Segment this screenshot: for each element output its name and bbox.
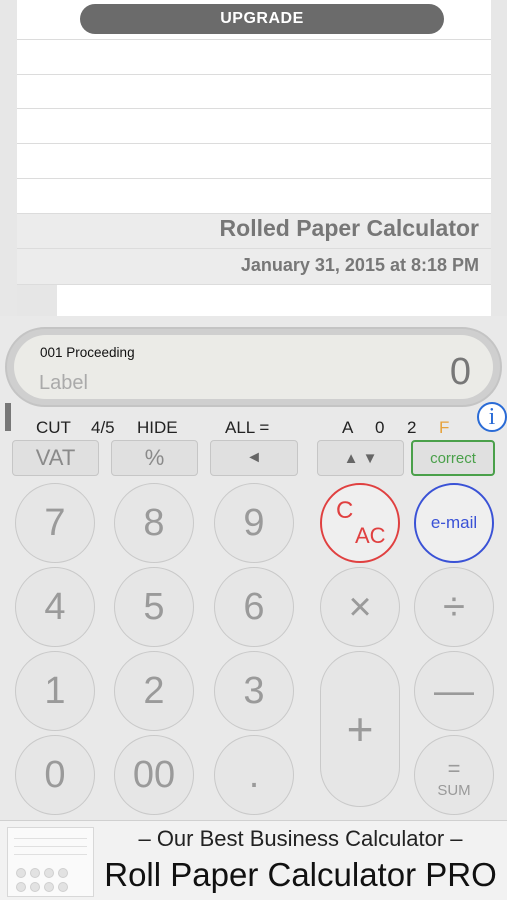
display-value: 0 bbox=[449, 351, 471, 393]
decimal-zero-toggle[interactable]: 0 bbox=[375, 418, 384, 438]
multiply-button[interactable]: × bbox=[320, 567, 400, 647]
thumbnail-key bbox=[16, 882, 26, 892]
info-icon[interactable]: i bbox=[477, 402, 507, 432]
key-0[interactable]: 0 bbox=[15, 735, 95, 815]
minus-button[interactable]: — bbox=[414, 651, 494, 731]
decimal-point-button[interactable]: . bbox=[214, 735, 294, 815]
drag-handle[interactable] bbox=[5, 403, 11, 431]
key-8[interactable]: 8 bbox=[114, 483, 194, 563]
clear-all-clear-button[interactable]: C AC bbox=[320, 483, 400, 563]
ad-banner[interactable]: – Our Best Business Calculator – Roll Pa… bbox=[0, 820, 507, 900]
paper-title: Rolled Paper Calculator bbox=[219, 215, 479, 241]
label-input[interactable] bbox=[39, 368, 269, 398]
ad-title: Roll Paper Calculator PRO bbox=[104, 856, 497, 893]
key-4[interactable]: 4 bbox=[15, 567, 95, 647]
correct-button[interactable]: correct bbox=[411, 440, 495, 476]
thumbnail-key bbox=[30, 868, 40, 878]
key-6[interactable]: 6 bbox=[214, 567, 294, 647]
all-equal-toggle[interactable]: ALL = bbox=[225, 418, 269, 438]
ad-app-thumbnail bbox=[7, 827, 94, 897]
paper-line bbox=[17, 39, 491, 40]
ad-subtitle: – Our Best Business Calculator – bbox=[138, 826, 463, 851]
decimal-two-toggle[interactable]: 2 bbox=[407, 418, 416, 438]
divide-button[interactable]: ÷ bbox=[414, 567, 494, 647]
decimal-float-toggle[interactable]: F bbox=[439, 418, 449, 438]
entry-status: 001 Proceeding bbox=[40, 345, 135, 360]
clear-label: C bbox=[336, 497, 354, 524]
thumbnail-key bbox=[44, 882, 54, 892]
key-3[interactable]: 3 bbox=[214, 651, 294, 731]
key-5[interactable]: 5 bbox=[114, 567, 194, 647]
thumbnail-key bbox=[16, 868, 26, 878]
paper-blank-row bbox=[177, 285, 491, 316]
thumbnail-key bbox=[58, 868, 68, 878]
thumbnail-key bbox=[44, 868, 54, 878]
hide-toggle[interactable]: HIDE bbox=[137, 418, 178, 438]
key-7[interactable]: 7 bbox=[15, 483, 95, 563]
paper-line bbox=[17, 143, 491, 144]
all-clear-label: AC bbox=[355, 523, 386, 548]
sum-button[interactable]: = SUM bbox=[414, 735, 494, 815]
paper-line bbox=[17, 74, 491, 75]
email-button[interactable]: e-mail bbox=[414, 483, 494, 563]
add-mode-toggle[interactable]: A bbox=[342, 418, 353, 438]
calculator-display: 001 Proceeding 0 bbox=[5, 327, 502, 407]
thumbnail-line bbox=[14, 846, 87, 847]
paper-stub bbox=[17, 285, 57, 316]
paper-line bbox=[17, 178, 491, 179]
vat-button[interactable]: VAT bbox=[12, 440, 99, 476]
upgrade-button[interactable]: UPGRADE bbox=[80, 4, 444, 34]
percent-button[interactable]: % bbox=[111, 440, 198, 476]
paper-line bbox=[17, 213, 491, 214]
sum-equals-sign: = bbox=[447, 756, 461, 781]
paper-line bbox=[17, 108, 491, 109]
sum-label: SUM bbox=[437, 782, 471, 799]
rounding-toggle[interactable]: 4/5 bbox=[91, 418, 115, 438]
key-9[interactable]: 9 bbox=[214, 483, 294, 563]
key-2[interactable]: 2 bbox=[114, 651, 194, 731]
key-1[interactable]: 1 bbox=[15, 651, 95, 731]
thumbnail-line bbox=[14, 854, 87, 855]
backspace-button[interactable]: ◄ bbox=[210, 440, 298, 476]
up-down-button[interactable]: ▲ ▼ bbox=[317, 440, 404, 476]
thumbnail-key bbox=[30, 882, 40, 892]
paper-date: January 31, 2015 at 8:18 PM bbox=[240, 255, 479, 275]
display-inner: 001 Proceeding 0 bbox=[14, 335, 493, 399]
cut-toggle[interactable]: CUT bbox=[36, 418, 71, 438]
key-00[interactable]: 00 bbox=[114, 735, 194, 815]
thumbnail-line bbox=[14, 838, 87, 839]
plus-button[interactable]: + bbox=[320, 651, 400, 807]
thumbnail-key bbox=[58, 882, 68, 892]
